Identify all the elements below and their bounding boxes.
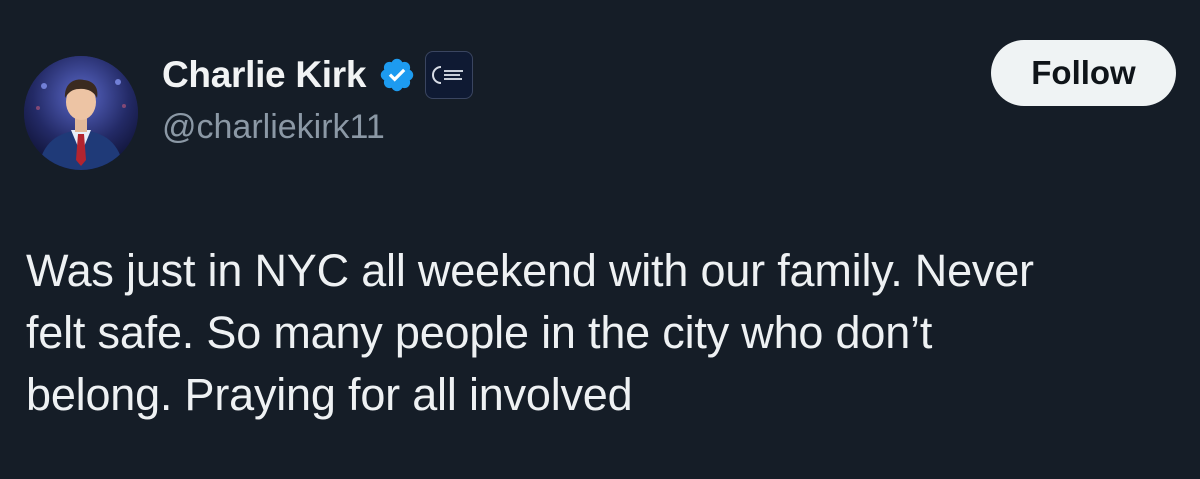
display-name[interactable]: Charlie Kirk [162, 54, 366, 96]
author-name-row: Charlie Kirk [162, 51, 474, 99]
tweet-card: Charlie Kirk @charliekirk11 Follow Was j… [0, 0, 1200, 479]
profile-photo-icon [24, 56, 138, 170]
organization-logo-icon[interactable] [425, 51, 474, 99]
tweet-text-line: felt safe. So many people in the city wh… [26, 307, 933, 358]
tweet-text-line: belong. Praying for all involved [26, 369, 633, 420]
tweet-text: Was just in NYC all weekend with our fam… [26, 240, 1186, 426]
avatar[interactable] [24, 56, 138, 170]
tweet-text-line: Was just in NYC all weekend with our fam… [26, 245, 1034, 296]
author-handle[interactable]: @charliekirk11 [162, 108, 385, 147]
follow-button[interactable]: Follow [991, 40, 1176, 106]
verified-badge-icon[interactable] [378, 56, 416, 94]
